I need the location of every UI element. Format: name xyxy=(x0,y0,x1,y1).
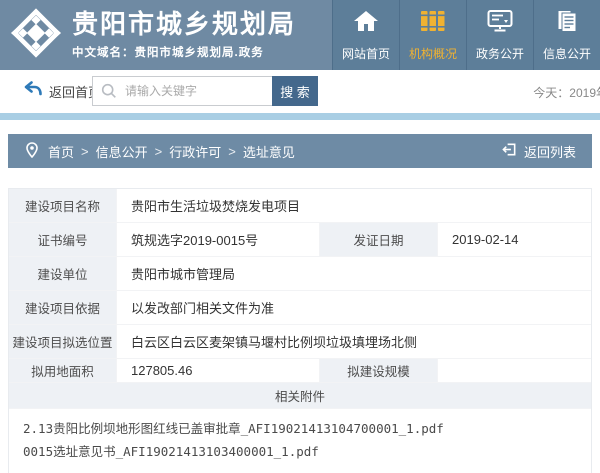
page: 贵阳市城乡规划局 中文域名：贵阳市城乡规划局.政务 网站首页 xyxy=(0,0,600,473)
search-icon xyxy=(101,83,117,104)
nav-item-home[interactable]: 网站首页 xyxy=(332,0,399,70)
field-label: 建设项目依据 xyxy=(9,291,116,324)
attachments-list: 2.13贵阳比例坝地形图红线已盖审批章_AFI19021413104700001… xyxy=(9,409,591,473)
breadcrumb-home[interactable]: 首页 xyxy=(48,142,74,161)
field-value xyxy=(437,359,591,382)
divider-strip xyxy=(0,113,600,120)
permit-detail-table: 建设项目名称 贵阳市生活垃圾焚烧发电项目 证书编号 筑规选字2019-0015号… xyxy=(8,188,592,473)
back-arrow-icon xyxy=(24,81,42,101)
search-bar: 搜 索 xyxy=(92,76,318,106)
nav-item-label: 信息公开 xyxy=(543,45,591,62)
field-value: 贵阳市城市管理局 xyxy=(116,257,591,290)
field-label: 建设项目名称 xyxy=(9,189,116,222)
attachment-pdf-link[interactable]: 0015选址意见书_AFI19021413103400001_1.pdf xyxy=(23,440,577,463)
field-value: 2019-02-14 xyxy=(437,223,591,256)
toolbar: 返回首页 搜 索 今天：2019年 xyxy=(0,70,600,113)
site-subtitle: 中文域名：贵阳市城乡规划局.政务 xyxy=(72,44,296,60)
attachments-header: 相关附件 xyxy=(9,383,591,409)
search-input[interactable] xyxy=(92,76,272,106)
return-list-label: 返回列表 xyxy=(524,142,576,161)
brand-text: 贵阳市城乡规划局 中文域名：贵阳市城乡规划局.政务 xyxy=(72,10,296,60)
location-pin-icon xyxy=(26,142,38,161)
field-value: 筑规选字2019-0015号 xyxy=(116,223,319,256)
breadcrumb-info-disclosure[interactable]: 信息公开 xyxy=(96,142,148,161)
field-label: 建设项目拟选位置 xyxy=(9,325,116,358)
field-value: 贵阳市生活垃圾焚烧发电项目 xyxy=(116,189,591,222)
main-nav: 网站首页 xyxy=(332,0,600,70)
brand-area: 贵阳市城乡规划局 中文域名：贵阳市城乡规划局.政务 xyxy=(0,0,332,70)
search-button[interactable]: 搜 索 xyxy=(272,76,318,106)
field-label: 发证日期 xyxy=(319,223,437,256)
nav-item-info-disclosure[interactable]: 信息公开 xyxy=(533,0,600,70)
table-row: 建设项目名称 贵阳市生活垃圾焚烧发电项目 xyxy=(9,189,591,223)
monitor-icon xyxy=(487,9,513,38)
breadcrumb-separator: > xyxy=(155,144,163,159)
field-label: 拟用地面积 xyxy=(9,359,116,382)
field-label: 拟建设规模 xyxy=(319,359,437,382)
breadcrumb-separator: > xyxy=(81,144,89,159)
books-icon xyxy=(420,9,446,38)
today-date-label: 今天：2019年 xyxy=(533,84,600,101)
field-value: 白云区白云区麦架镇马堰村比例坝垃圾填埋场北侧 xyxy=(116,325,591,358)
nav-item-label: 网站首页 xyxy=(342,45,390,62)
attachment-pdf-link[interactable]: 2.13贵阳比例坝地形图红线已盖审批章_AFI19021413104700001… xyxy=(23,417,577,440)
field-label: 建设单位 xyxy=(9,257,116,290)
breadcrumb-separator: > xyxy=(228,144,236,159)
breadcrumb-admin-permit[interactable]: 行政许可 xyxy=(169,142,221,161)
site-title: 贵阳市城乡规划局 xyxy=(72,10,296,40)
table-row: 建设单位 贵阳市城市管理局 xyxy=(9,257,591,291)
field-value: 127805.46 xyxy=(116,359,319,382)
table-row: 证书编号 筑规选字2019-0015号 发证日期 2019-02-14 xyxy=(9,223,591,257)
table-row: 拟用地面积 127805.46 拟建设规模 xyxy=(9,359,591,383)
return-to-list-button[interactable]: 返回列表 xyxy=(502,142,576,161)
field-label: 证书编号 xyxy=(9,223,116,256)
nav-item-org-overview[interactable]: 机构概况 xyxy=(399,0,466,70)
breadcrumb-site-selection[interactable]: 选址意见 xyxy=(243,142,295,161)
nav-item-label: 机构概况 xyxy=(409,45,457,62)
breadcrumb: 首页 > 信息公开 > 行政许可 > 选址意见 返回列表 xyxy=(8,134,592,168)
back-home-link[interactable]: 返回首页 xyxy=(24,81,101,101)
table-row: 建设项目拟选位置 白云区白云区麦架镇马堰村比例坝垃圾填埋场北侧 xyxy=(9,325,591,359)
return-list-icon xyxy=(502,142,517,160)
site-header: 贵阳市城乡规划局 中文域名：贵阳市城乡规划局.政务 网站首页 xyxy=(0,0,600,70)
nav-item-label: 政务公开 xyxy=(476,45,524,62)
home-icon xyxy=(353,9,379,38)
field-value: 以发改部门相关文件为准 xyxy=(116,291,591,324)
bureau-logo-icon xyxy=(10,7,62,64)
documents-icon xyxy=(555,9,579,38)
table-row: 建设项目依据 以发改部门相关文件为准 xyxy=(9,291,591,325)
nav-item-gov-affairs[interactable]: 政务公开 xyxy=(466,0,533,70)
